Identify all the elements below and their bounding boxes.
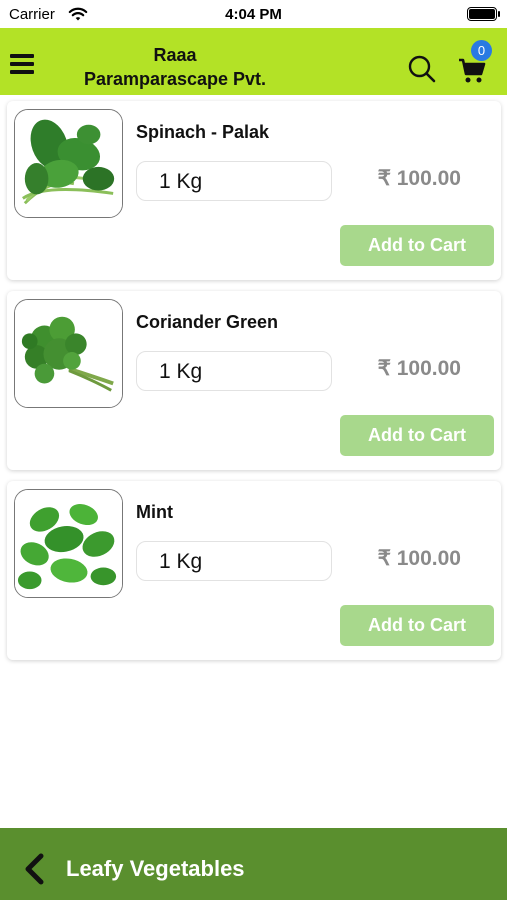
coriander-image [15,300,122,407]
quantity-selector[interactable]: 1 Kg [136,541,332,581]
hamburger-menu-icon[interactable] [10,54,34,74]
chevron-left-icon[interactable] [22,853,46,885]
title-line-1: Raaa [153,45,197,65]
app-header: Raaa Paramparascape Pvt. 0 [0,28,507,95]
product-card: Mint 1 Kg ₹ 100.00 Add to Cart [7,481,501,660]
battery-icon [467,7,500,21]
product-name: Coriander Green [136,312,279,332]
page-title: Raaa Paramparascape Pvt. [60,43,290,91]
shopping-cart-icon[interactable] [458,58,486,84]
product-price: ₹ 100.00 [377,167,461,190]
search-icon[interactable] [407,54,437,84]
product-card: Coriander Green 1 Kg ₹ 100.00 Add to Car… [7,291,501,470]
clock: 4:04 PM [225,6,282,23]
category-title: Leafy Vegetables [66,856,245,881]
product-name: Mint [136,502,173,522]
product-card: Spinach - Palak 1 Kg ₹ 100.00 Add to Car… [7,101,501,280]
product-image[interactable] [14,299,123,408]
product-price: ₹ 100.00 [377,357,461,380]
category-bar: Leafy Vegetables [0,828,507,900]
add-to-cart-button[interactable]: Add to Cart [340,605,494,646]
cart-count-badge: 0 [471,40,492,61]
product-price: ₹ 100.00 [377,547,461,570]
title-line-2: Paramparascape Pvt. [83,69,267,89]
status-bar: Carrier 4:04 PM [0,0,507,28]
add-to-cart-button[interactable]: Add to Cart [340,225,494,266]
quantity-selector[interactable]: 1 Kg [136,161,332,201]
mint-image [15,490,122,597]
product-name: Spinach - Palak [136,122,270,142]
spinach-image [15,110,122,217]
quantity-selector[interactable]: 1 Kg [136,351,332,391]
add-to-cart-button[interactable]: Add to Cart [340,415,494,456]
product-image[interactable] [14,109,123,218]
product-image[interactable] [14,489,123,598]
